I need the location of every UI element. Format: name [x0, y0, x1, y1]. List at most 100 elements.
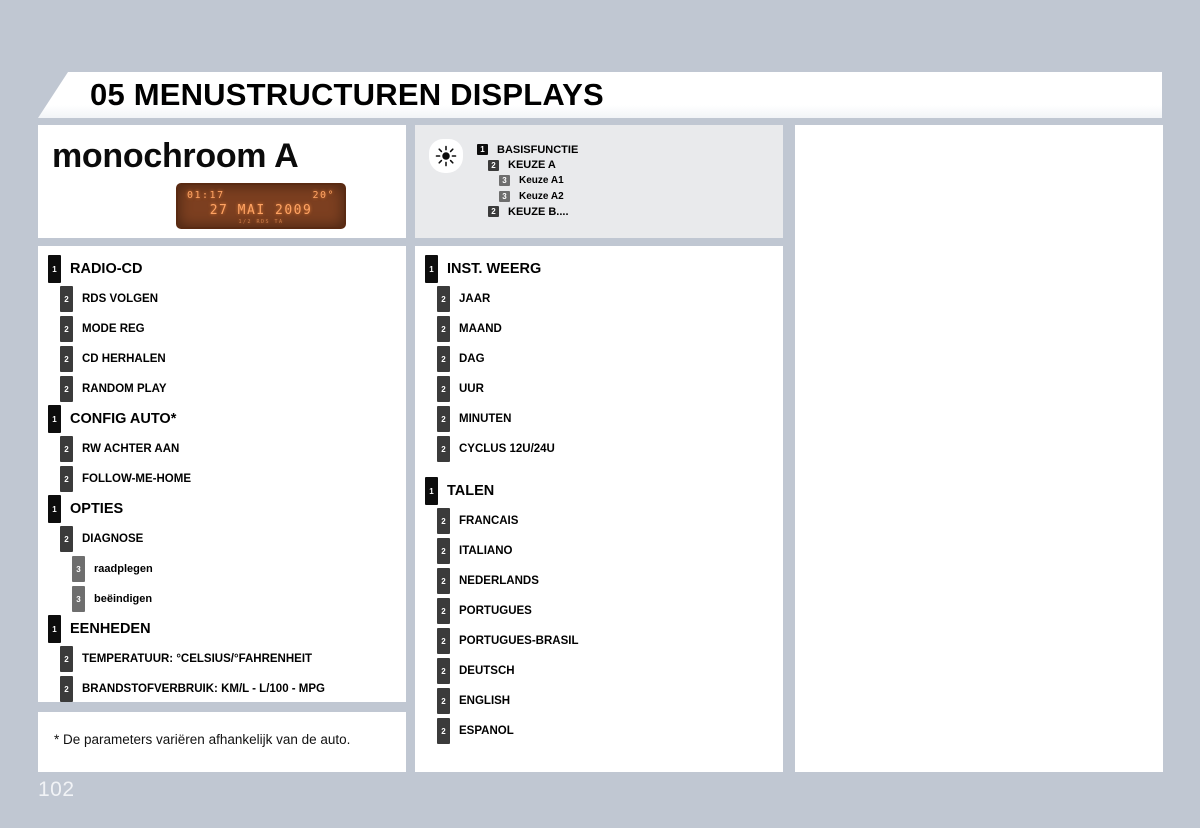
footnote-panel: * De parameters variëren afhankelijk van…: [38, 712, 406, 772]
menu-tree-row: 2 FOLLOW-ME-HOME: [60, 464, 406, 494]
menu-tree-row-label: TALEN: [447, 483, 495, 499]
menu-tree-row-label: CONFIG AUTO*: [70, 411, 177, 427]
menu-tree-row: 1 INST. WEERG: [425, 254, 783, 284]
level-2-badge: 2: [488, 206, 499, 218]
level-2-badge: 2: [437, 568, 450, 594]
menu-tree-row: 2 PORTUGUES: [437, 596, 783, 626]
menu-tree-row-label: DEUTSCH: [459, 665, 515, 677]
level-1-badge: 1: [48, 495, 61, 523]
menu-tree-row: 1 RADIO-CD: [48, 254, 406, 284]
level-1-badge: 1: [48, 255, 61, 283]
chapter-header: 05 MENUSTRUCTUREN DISPLAYS: [38, 72, 1162, 118]
menu-tree-row-label: NEDERLANDS: [459, 575, 539, 587]
legend-row-label: KEUZE B....: [508, 205, 569, 218]
legend-row: 3 Keuze A1: [499, 173, 783, 189]
legend-row: 3 Keuze A2: [499, 189, 783, 205]
level-2-badge: 2: [437, 658, 450, 684]
menu-tree-row-label: RDS VOLGEN: [82, 293, 159, 305]
menu-tree-row: 1 EENHEDEN: [48, 614, 406, 644]
display-clock-value: 01:17: [187, 190, 225, 201]
menu-tree-row: 2 CYCLUS 12U/24U: [437, 434, 783, 464]
monochrome-a-heading: monochroom A: [52, 137, 299, 175]
level-2-badge: 2: [437, 538, 450, 564]
legend-row-label: Keuze A1: [519, 175, 564, 187]
menu-tree-row-label: JAAR: [459, 293, 491, 305]
menu-tree-row: 2 TEMPERATUUR: °CELSIUS/°FAHRENHEIT: [60, 644, 406, 674]
menu-tree-row-label: FOLLOW-ME-HOME: [82, 473, 191, 485]
legend-row-label: BASISFUNCTIE: [497, 143, 579, 156]
menu-tree-row-label: MODE REG: [82, 323, 145, 335]
legend-row: 2 KEUZE A: [488, 158, 783, 174]
legend-rows: 1 BASISFUNCTIE 2 KEUZE A 3 Keuze A1 3 Keuze A2 2…: [477, 139, 783, 220]
legend-row: 1 BASISFUNCTIE: [477, 142, 783, 158]
instrument-display-image: 01:17 20° 27 MAI 2009 1/2 RDS TA: [176, 183, 346, 229]
menu-tree-row: 2 PORTUGUES-BRASIL: [437, 626, 783, 656]
menu-tree-row-label: OPTIES: [70, 501, 124, 517]
menu-tree-row: 2 DIAGNOSE: [60, 524, 406, 554]
menu-tree-row: 2 DAG: [437, 344, 783, 374]
menu-tree-row-label: raadplegen: [94, 563, 153, 575]
menu-tree-row: 1 TALEN: [425, 476, 783, 506]
menu-tree-row: 2 MODE REG: [60, 314, 406, 344]
menu-tree-row: 2 RDS VOLGEN: [60, 284, 406, 314]
menu-tree-row-label: INST. WEERG: [447, 261, 542, 277]
menu-tree-row-label: DIAGNOSE: [82, 533, 144, 545]
menu-tree-row: 2 MINUTEN: [437, 404, 783, 434]
level-2-badge: 2: [437, 286, 450, 312]
page-title: 05 MENUSTRUCTUREN DISPLAYS: [90, 77, 604, 112]
menu-tree-row: 2 RW ACHTER AAN: [60, 434, 406, 464]
level-2-badge: 2: [60, 436, 73, 462]
footnote-text: * De parameters variëren afhankelijk van…: [54, 732, 351, 747]
menu-tree-row: 2 JAAR: [437, 284, 783, 314]
menu-tree-row-label: ENGLISH: [459, 695, 511, 707]
display-status-row: 1/2 RDS TA: [238, 219, 284, 225]
menu-tree-row-label: RANDOM PLAY: [82, 383, 167, 395]
menu-tree-row-label: beëindigen: [94, 593, 153, 605]
legend-row-label: Keuze A2: [519, 190, 564, 202]
level-2-badge: 2: [437, 508, 450, 534]
level-3-badge: 3: [499, 175, 510, 187]
sun-brightness-icon: [429, 139, 463, 173]
level-1-badge: 1: [477, 144, 488, 156]
menu-tree-row: 2 ESPANOL: [437, 716, 783, 746]
legend-row: 2 KEUZE B....: [488, 204, 783, 220]
level-2-badge: 2: [437, 688, 450, 714]
level-2-badge: 2: [437, 598, 450, 624]
level-2-badge: 2: [437, 718, 450, 744]
middle-menu-tree: 1 INST. WEERG 2 JAAR 2 MAAND 2 DAG 2 UUR 2 MINUTEN 2…: [415, 246, 783, 746]
menu-tree-row-label: PORTUGUES: [459, 605, 532, 617]
level-3-badge: 3: [72, 586, 85, 612]
menu-tree-row: 1 CONFIG AUTO*: [48, 404, 406, 434]
left-menu-tree: 1 RADIO-CD 2 RDS VOLGEN 2 MODE REG 2 CD HERHALE…: [38, 246, 406, 704]
legend-row-label: KEUZE A: [508, 159, 556, 172]
level-2-badge: 2: [437, 436, 450, 462]
legend-panel: 1 BASISFUNCTIE 2 KEUZE A 3 Keuze A1 3 Keuze A2 2…: [415, 125, 783, 238]
monochrome-a-panel: monochroom A 01:17 20° 27 MAI 2009 1/2 R…: [38, 125, 406, 238]
display-date-value: 27 MAI 2009: [209, 203, 313, 218]
menu-tree-row-label: DAG: [459, 353, 485, 365]
level-2-badge: 2: [437, 376, 450, 402]
level-2-badge: 2: [60, 646, 73, 672]
right-empty-panel: [795, 125, 1163, 772]
menu-tree-row: 1 OPTIES: [48, 494, 406, 524]
menu-tree-row-label: BRANDSTOFVERBRUIK: KM/L - L/100 - MPG: [82, 683, 326, 695]
menu-tree-row-label: FRANCAIS: [459, 515, 519, 527]
menu-tree-row-label: EENHEDEN: [70, 621, 151, 637]
menu-tree-row-label: RW ACHTER AAN: [82, 443, 180, 455]
menu-tree-row: 2 ITALIANO: [437, 536, 783, 566]
menu-tree-row: 2 MAAND: [437, 314, 783, 344]
level-3-badge: 3: [499, 190, 510, 202]
menu-tree-row: 2 ENGLISH: [437, 686, 783, 716]
menu-tree-row-label: RADIO-CD: [70, 261, 143, 277]
display-temperature-value: 20°: [312, 190, 335, 201]
menu-tree-row: 2 UUR: [437, 374, 783, 404]
menu-tree-row-label: UUR: [459, 383, 484, 395]
level-2-badge: 2: [60, 286, 73, 312]
level-2-badge: 2: [60, 316, 73, 342]
menu-tree-row: 3 beëindigen: [72, 584, 406, 614]
menu-tree-row: 2 DEUTSCH: [437, 656, 783, 686]
menu-tree-row-label: MINUTEN: [459, 413, 512, 425]
left-menu-tree-panel: 1 RADIO-CD 2 RDS VOLGEN 2 MODE REG 2 CD HERHALE…: [38, 246, 406, 702]
level-3-badge: 3: [72, 556, 85, 582]
level-2-badge: 2: [488, 159, 499, 171]
